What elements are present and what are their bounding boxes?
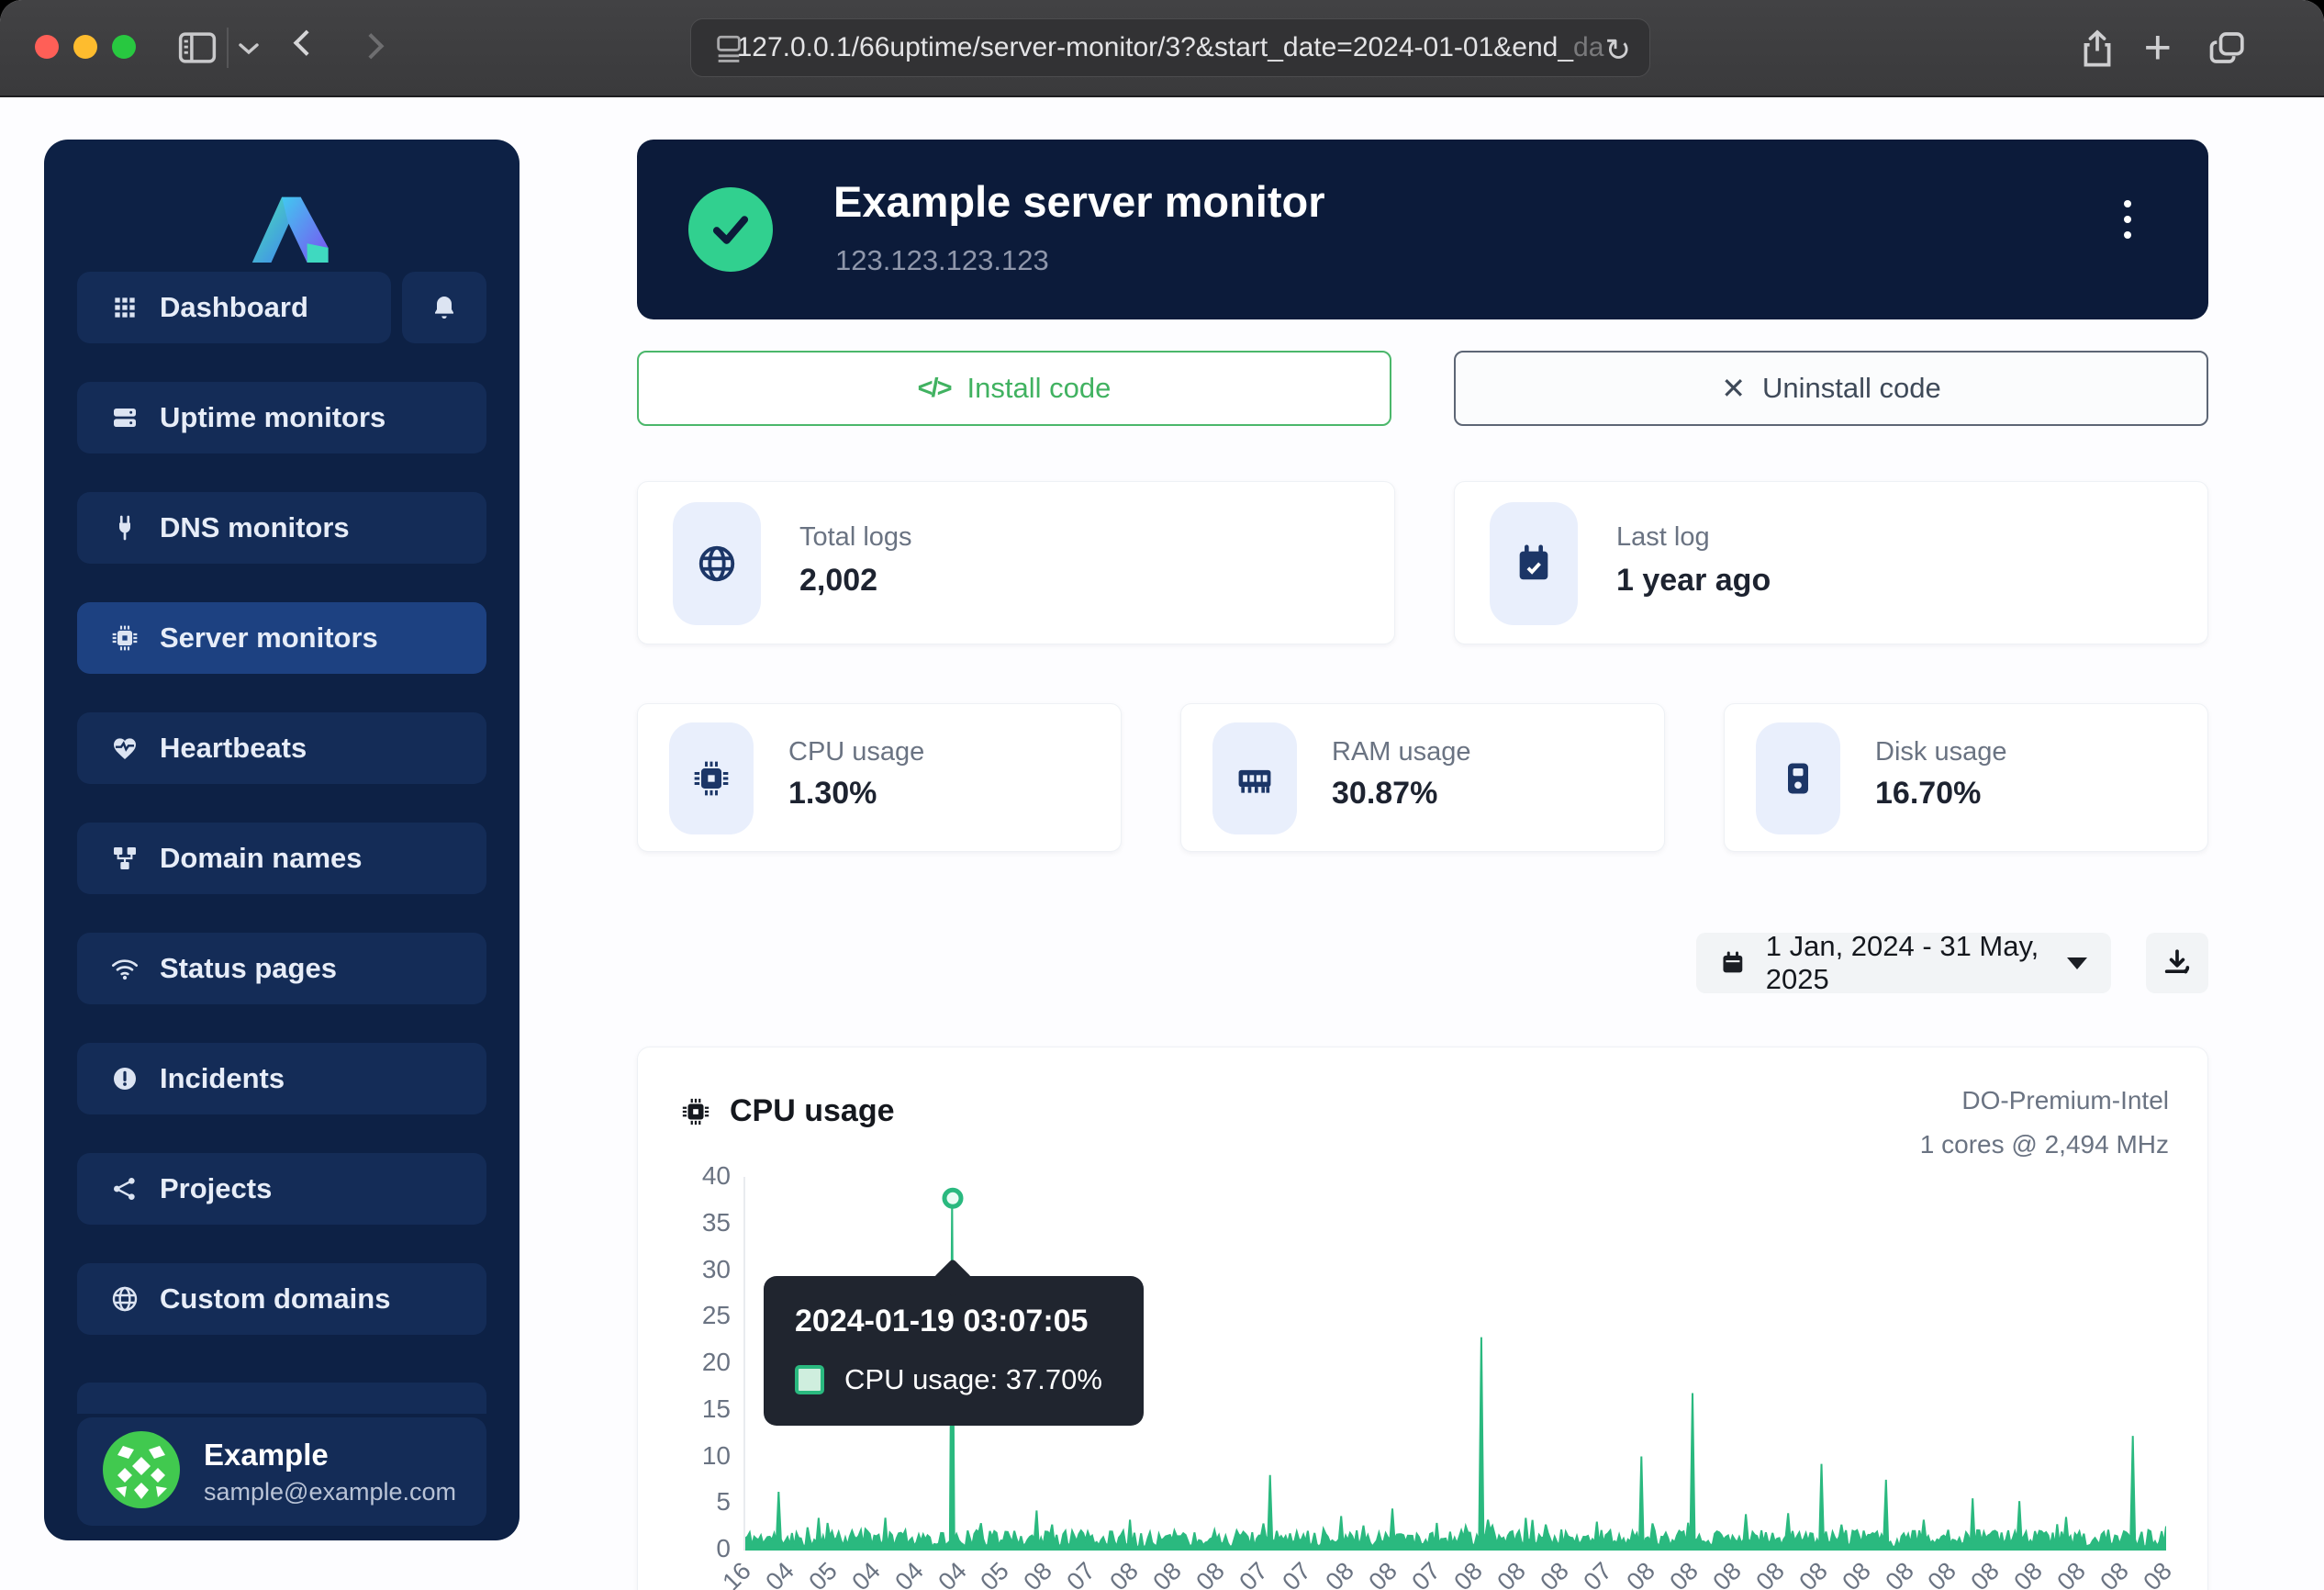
stat-label: Last log — [1616, 522, 1710, 553]
sidebar-item-domain-names[interactable]: Domain names — [77, 823, 486, 894]
tooltip-value: CPU usage: 37.70% — [844, 1363, 1102, 1396]
caret-down-icon — [2067, 957, 2087, 969]
date-range-label: 1 Jan, 2024 - 31 May, 2025 — [1766, 930, 2047, 996]
grid-icon — [110, 293, 140, 322]
memory-icon — [1212, 722, 1297, 834]
forward-button[interactable] — [358, 30, 387, 60]
disk-usage-card: Disk usage 16.70% — [1724, 703, 2208, 852]
globe-icon — [110, 1284, 140, 1314]
servers-icon — [110, 403, 140, 432]
stat-label: RAM usage — [1332, 737, 1471, 767]
code-icon: </> — [918, 374, 951, 404]
sidebar-item-label: Uptime monitors — [160, 401, 385, 434]
bell-icon — [430, 293, 459, 322]
stat-label: CPU usage — [788, 737, 924, 767]
url-text: 127.0.0.1/66uptime/server-monitor/3?&sta… — [737, 32, 1604, 63]
alert-circle-icon — [110, 1064, 140, 1093]
cpu-usage-card: CPU usage 1.30% — [637, 703, 1122, 852]
wifi-icon — [110, 954, 140, 983]
sidebar-item-label: Custom domains — [160, 1282, 390, 1316]
sidebar-item-uptime-monitors[interactable]: Uptime monitors — [77, 382, 486, 453]
user-email: sample@example.com — [204, 1478, 456, 1506]
back-button[interactable] — [290, 30, 319, 60]
calendar-check-icon — [1490, 502, 1578, 625]
sidebar-item-label: Heartbeats — [160, 732, 307, 765]
last-log-card: Last log 1 year ago — [1454, 481, 2208, 644]
page-title: Example server monitor — [833, 176, 1325, 227]
user-account-card[interactable]: Example sample@example.com — [77, 1417, 486, 1526]
sidebar-item-label: DNS monitors — [160, 511, 350, 544]
plug-icon — [110, 513, 140, 543]
sidebar: Dashboard Uptime monitors DNS monitors S… — [44, 140, 520, 1540]
sidebar-item-label: Server monitors — [160, 621, 378, 655]
zoom-window-button[interactable] — [112, 35, 136, 59]
user-name: Example — [204, 1438, 456, 1472]
download-report-button[interactable] — [2146, 933, 2208, 993]
sidebar-item-label: Domain names — [160, 842, 363, 875]
ram-usage-card: RAM usage 30.87% — [1180, 703, 1665, 852]
monitor-header-card: Example server monitor 123.123.123.123 — [637, 140, 2208, 319]
stat-value: 2,002 — [799, 563, 877, 599]
stat-value: 30.87% — [1332, 776, 1437, 812]
date-range-picker[interactable]: 1 Jan, 2024 - 31 May, 2025 — [1696, 933, 2111, 993]
sidebar-item-dashboard[interactable]: Dashboard — [77, 272, 391, 343]
share-icon[interactable] — [2080, 29, 2115, 73]
app-logo — [228, 178, 336, 267]
hard-drive-icon — [1756, 722, 1840, 834]
page-settings-icon[interactable] — [713, 35, 744, 67]
calendar-icon — [1720, 947, 1746, 979]
sidebar-item-incidents[interactable]: Incidents — [77, 1043, 486, 1114]
minimize-window-button[interactable] — [73, 35, 97, 59]
server-name: DO-Premium-Intel — [1961, 1086, 2169, 1115]
sidebar-item-status-pages[interactable]: Status pages — [77, 933, 486, 1004]
close-window-button[interactable] — [35, 35, 59, 59]
server-specs: 1 cores @ 2,494 MHz — [1920, 1130, 2169, 1159]
stat-value: 1 year ago — [1616, 563, 1771, 599]
browser-window: 127.0.0.1/66uptime/server-monitor/3?&sta… — [0, 0, 2324, 1590]
toolbar-divider — [227, 28, 229, 68]
stat-value: 1.30% — [788, 776, 877, 812]
stat-label: Disk usage — [1875, 737, 2006, 767]
stat-value: 16.70% — [1875, 776, 1981, 812]
sidebar-item-label: Status pages — [160, 952, 337, 985]
sidebar-item-heartbeats[interactable]: Heartbeats — [77, 712, 486, 784]
cpu-chip-icon — [669, 722, 754, 834]
sitemap-icon — [110, 844, 140, 873]
chart-title: CPU usage — [680, 1093, 895, 1129]
chevron-down-icon[interactable] — [237, 40, 261, 62]
new-tab-button[interactable]: + — [2144, 20, 2172, 75]
sidebar-item-projects[interactable]: Projects — [77, 1153, 486, 1225]
install-code-button[interactable]: </> Install code — [637, 351, 1391, 426]
uninstall-code-button[interactable]: ✕ Uninstall code — [1454, 351, 2208, 426]
browser-toolbar: 127.0.0.1/66uptime/server-monitor/3?&sta… — [0, 0, 2324, 97]
more-options-button[interactable] — [2124, 200, 2131, 239]
cpu-chip-icon — [110, 623, 140, 653]
monitor-ip: 123.123.123.123 — [835, 244, 1049, 277]
sidebar-item-server-monitors[interactable]: Server monitors — [77, 602, 486, 674]
series-swatch — [795, 1365, 824, 1394]
heart-pulse-icon — [110, 733, 140, 763]
download-icon — [2162, 947, 2193, 979]
share-nodes-icon — [110, 1174, 140, 1204]
chart-tooltip: 2024-01-19 03:07:05 CPU usage: 37.70% — [764, 1276, 1144, 1426]
tooltip-timestamp: 2024-01-19 03:07:05 — [795, 1304, 1112, 1339]
total-logs-card: Total logs 2,002 — [637, 481, 1395, 644]
stat-label: Total logs — [799, 522, 912, 553]
sidebar-item-label: Incidents — [160, 1062, 285, 1095]
sidebar-item-dns-monitors[interactable]: DNS monitors — [77, 492, 486, 564]
status-ok-icon — [688, 187, 773, 272]
avatar — [103, 1431, 180, 1513]
close-icon: ✕ — [1721, 371, 1746, 406]
notifications-button[interactable] — [402, 272, 486, 343]
sidebar-item-custom-domains[interactable]: Custom domains — [77, 1263, 486, 1335]
sidebar-item-partial[interactable] — [77, 1383, 486, 1414]
address-bar[interactable]: 127.0.0.1/66uptime/server-monitor/3?&sta… — [690, 18, 1650, 77]
globe-icon — [673, 502, 761, 625]
sidebar-item-label: Dashboard — [160, 291, 308, 324]
sidebar-toggle-icon[interactable] — [178, 31, 217, 69]
reload-icon[interactable]: ↻ — [1605, 32, 1632, 69]
tab-overview-icon[interactable] — [2208, 29, 2247, 71]
sidebar-item-label: Projects — [160, 1172, 272, 1205]
cpu-chip-icon — [680, 1096, 711, 1127]
